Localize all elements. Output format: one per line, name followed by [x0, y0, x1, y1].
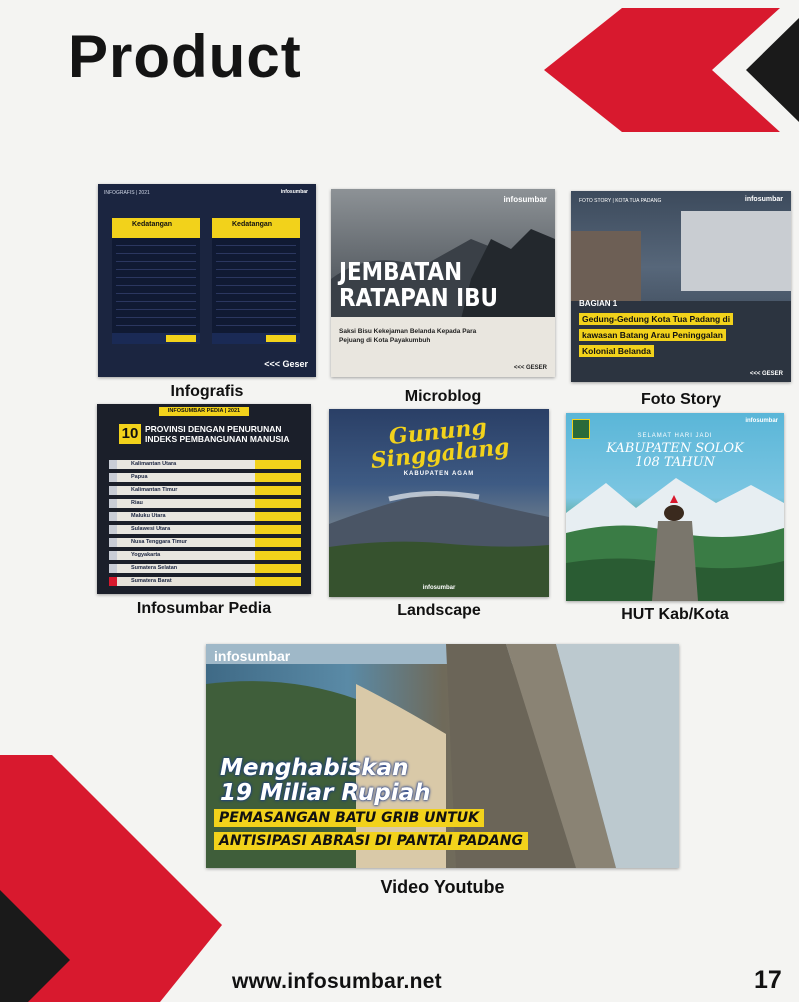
pedia-row: Kalimantan Timur	[109, 486, 301, 495]
top-right-chevron-decoration	[544, 8, 799, 132]
pedia-row: Papua	[109, 473, 301, 482]
province-name: Yogyakarta	[131, 552, 161, 558]
story-line: Kolonial Belanda	[579, 345, 654, 357]
brand-logo: infosumbar	[745, 418, 778, 424]
building	[681, 211, 791, 291]
pedia-row: Sumatera Barat	[109, 577, 301, 586]
province-name: Sulawesi Utara	[131, 526, 171, 532]
solok-illustration	[566, 478, 784, 601]
hut-greeting: SELAMAT HARI JADI	[637, 433, 713, 439]
pedia-title: PROVINSI DENGAN PENURUNAN INDEKS PEMBANG…	[145, 424, 290, 444]
province-name: Papua	[131, 474, 148, 480]
landscape-thumbnail: Gunung Singgalang KABUPATEN AGAM infosum…	[329, 409, 549, 597]
video-youtube-thumbnail: infosumbar Menghabiskan 19 Miliar Rupiah…	[206, 644, 679, 868]
infosumbar-pedia-thumbnail: INFOSUMBAR PEDIA | 2021 10 PROVINSI DENG…	[97, 404, 311, 594]
video-subtitle-line: ANTISIPASI ABRASI DI PANTAI PADANG	[214, 832, 528, 850]
caption-infosumbar-pedia: Infosumbar Pedia	[136, 600, 272, 617]
panel-heading: Kedatangan	[132, 221, 173, 228]
hut-kab-kota-thumbnail: infosumbar SELAMAT HARI JADI KABUPATEN S…	[566, 413, 784, 601]
bottom-left-chevron-decoration	[0, 755, 222, 1002]
panel-heading: Kedatangan	[232, 221, 273, 228]
province-name: Kalimantan Utara	[131, 461, 177, 467]
info-panel-left: Kedatangan	[112, 218, 200, 344]
caption-infografis: Infografis	[170, 383, 244, 400]
pedia-row: Sumatera Selatan	[109, 564, 301, 573]
building	[571, 231, 641, 301]
province-name: Sumatera Barat	[131, 578, 172, 584]
pedia-row: Riau	[109, 499, 301, 508]
video-headline: Menghabiskan 19 Miliar Rupiah	[220, 755, 431, 806]
landscape-title: Gunung Singgalang	[369, 414, 511, 475]
caption-hut-kab-kota: HUT Kab/Kota	[621, 606, 729, 623]
pedia-row: Kalimantan Utara	[109, 460, 301, 469]
brand-logo: infosumbar	[422, 585, 456, 591]
story-line: Gedung-Gedung Kota Tua Padang di	[579, 313, 734, 325]
thumb-tag: FOTO STORY | KOTA TUA PADANG	[579, 198, 662, 204]
rank-number: 10	[119, 424, 141, 444]
brand-logo: infosumbar	[214, 648, 291, 664]
microblog-subtitle: Saksi Bisu Kekejaman Belanda Kepada Para…	[339, 328, 477, 344]
pedia-row: Yogyakarta	[109, 551, 301, 560]
province-name: Sumatera Selatan	[131, 565, 178, 571]
province-name: Nusa Tenggara Timur	[131, 539, 188, 545]
caption-landscape: Landscape	[397, 602, 481, 619]
website-url: www.infosumbar.net	[232, 970, 442, 993]
landscape-subtitle: KABUPATEN AGAM	[403, 471, 475, 477]
microblog-caption-paper: Saksi Bisu Kekejaman Belanda Kepada Para…	[331, 317, 555, 377]
story-part: BAGIAN 1	[579, 299, 618, 308]
caption-video-youtube: Video Youtube	[380, 877, 505, 897]
thumb-tag: INFOGRAFIS | 2021	[104, 190, 150, 196]
geser-label: <<< GESER	[749, 371, 783, 377]
caption-foto-story: Foto Story	[641, 391, 721, 408]
microblog-thumbnail: infosumbar JEMBATAN RATAPAN IBU Saksi Bi…	[331, 189, 555, 377]
province-name: Kalimantan Timur	[131, 487, 178, 493]
geser-label: <<< Geser	[264, 359, 308, 369]
pedia-row: Maluku Utara	[109, 512, 301, 521]
pedia-row: Nusa Tenggara Timur	[109, 538, 301, 547]
province-name: Maluku Utara	[131, 513, 166, 519]
brand-logo: infosumbar	[280, 189, 308, 195]
infografis-thumbnail: INFOGRAFIS | 2021 infosumbar Kedatangan …	[98, 184, 316, 377]
video-subtitle-line: PEMASANGAN BATU GRIB UNTUK	[214, 809, 484, 827]
page-number: 17	[754, 966, 782, 994]
thumb-tag: INFOSUMBAR PEDIA | 2021	[159, 407, 249, 416]
brand-logo: infosumbar	[744, 196, 783, 203]
caption-microblog: Microblog	[404, 388, 482, 405]
page-title: Product	[68, 23, 302, 90]
mountain-illustration	[329, 490, 549, 597]
pedia-row: Sulawesi Utara	[109, 525, 301, 534]
geser-label: <<< GESER	[513, 365, 547, 371]
story-line: kawasan Batang Arau Peninggalan	[579, 329, 726, 341]
province-name: Riau	[131, 500, 143, 506]
info-panel-right: Kedatangan	[212, 218, 300, 344]
hut-title: KABUPATEN SOLOK 108 TAHUN	[606, 441, 744, 470]
foto-story-thumbnail: FOTO STORY | KOTA TUA PADANG infosumbar …	[571, 191, 791, 382]
brand-logo: infosumbar	[503, 195, 547, 204]
microblog-headline: JEMBATAN RATAPAN IBU	[339, 257, 498, 312]
